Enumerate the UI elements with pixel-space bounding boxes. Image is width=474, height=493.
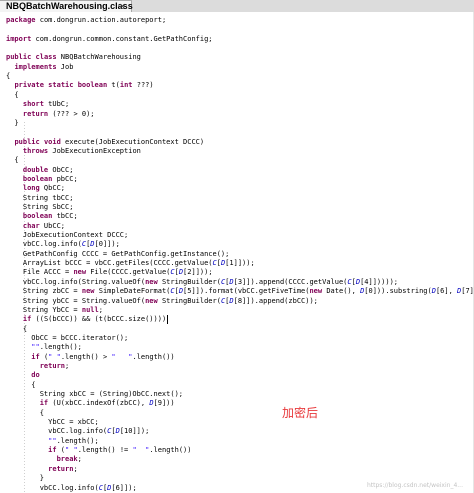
code-line: package com.dongrun.action.autoreport;	[6, 16, 167, 24]
watermark-text: https://blog.csdn.net/weixin_4...	[366, 482, 463, 489]
code-line: private static boolean t(int ???)	[14, 81, 154, 90]
code-line: }	[6, 118, 19, 127]
code-editor[interactable]: package com.dongrun.action.autoreport; im…	[0, 12, 474, 493]
code-line: throws JobExecutionException	[22, 146, 141, 155]
code-line: import com.dongrun.common.constant.GetPa…	[6, 34, 213, 43]
editor-tab-nbqbatchwarehousing[interactable]: NBQBatchWarehousing.class ✕	[0, 0, 133, 12]
text-cursor	[167, 314, 169, 324]
tab-title: NBQBatchWarehousing.class	[6, 1, 133, 11]
code-line: implements Job	[14, 62, 74, 71]
close-icon[interactable]: ✕	[119, 1, 126, 12]
annotation-label: 加密后	[282, 406, 319, 420]
code-line: if ((S(bCCC)) && (t(bCCC.size())))	[22, 314, 169, 324]
code-line: return (??? > 0);	[22, 109, 95, 118]
code-line: vbCC.log.info(C[D[6]]);	[6, 483, 137, 492]
